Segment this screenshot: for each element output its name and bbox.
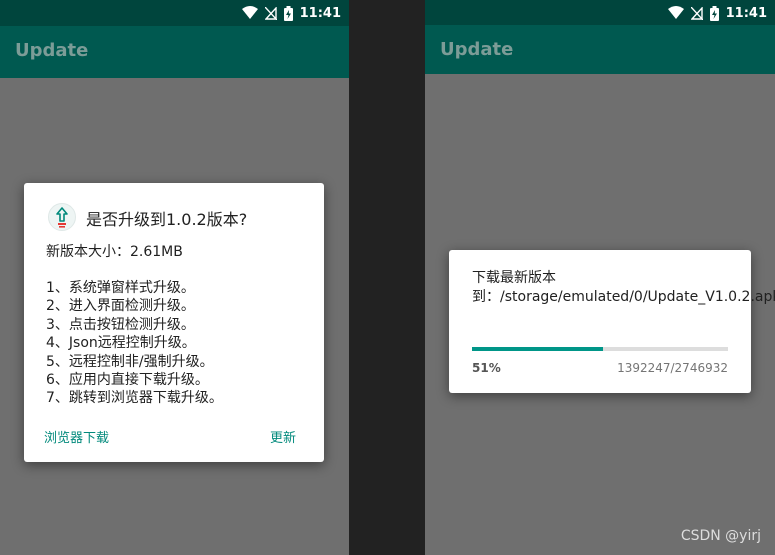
update-dialog: 是否升级到1.0.2版本? 新版本大小：2.61MB 1、系统弹窗样式升级。 2… — [24, 183, 324, 462]
download-progress-fill — [472, 347, 603, 351]
changelog-item: 4、Json远程控制升级。 — [46, 335, 196, 352]
right-screen: 11:41 Update 下载最新版本到：/storage/emulated/0… — [425, 0, 775, 555]
download-percent: 51% — [472, 361, 501, 375]
battery-icon — [283, 5, 293, 21]
watermark: CSDN @yirj — [680, 528, 761, 544]
version-size: 新版本大小：2.61MB — [46, 244, 183, 260]
wifi-icon — [667, 6, 684, 19]
app-title: Update — [15, 40, 89, 61]
changelog-item: 2、进入界面检测升级。 — [46, 298, 195, 315]
download-bytes: 1392247/2746932 — [617, 361, 728, 375]
changelog-item: 6、应用内直接下载升级。 — [46, 372, 209, 389]
download-progress-dialog: 下载最新版本到：/storage/emulated/0/Update_V1.0.… — [449, 250, 775, 393]
download-path-message: 下载最新版本到：/storage/emulated/0/Update_V1.0.… — [472, 270, 775, 305]
download-progress-bar — [472, 347, 728, 351]
status-time: 11:41 — [299, 5, 341, 21]
app-bar: Update — [0, 26, 349, 78]
status-time: 11:41 — [725, 5, 767, 21]
update-button[interactable]: 更新 — [270, 427, 296, 446]
changelog-item: 3、点击按钮检测升级。 — [46, 316, 195, 333]
no-sim-icon — [264, 6, 277, 20]
dialog-title: 是否升级到1.0.2版本? — [86, 210, 248, 229]
app-title: Update — [440, 39, 514, 60]
left-screen: 11:41 Update 是否升级到1.0.2版本? 新版本大小：2.61MB … — [0, 0, 349, 555]
changelog-item: 7、跳转到浏览器下载升级。 — [46, 390, 223, 407]
changelog-item: 1、系统弹窗样式升级。 — [46, 280, 195, 296]
app-update-icon — [48, 203, 76, 231]
status-bar: 11:41 — [425, 0, 775, 25]
status-bar: 11:41 — [0, 0, 349, 26]
changelog-item: 5、远程控制非/强制升级。 — [46, 353, 214, 370]
no-sim-icon — [690, 6, 703, 20]
changelog-list: 1、系统弹窗样式升级。 2、进入界面检测升级。 3、点击按钮检测升级。 4、Js… — [46, 279, 223, 408]
app-bar: Update — [425, 25, 775, 74]
battery-icon — [709, 5, 719, 21]
browser-download-button[interactable]: 浏览器下载 — [44, 427, 109, 446]
wifi-icon — [241, 6, 258, 19]
